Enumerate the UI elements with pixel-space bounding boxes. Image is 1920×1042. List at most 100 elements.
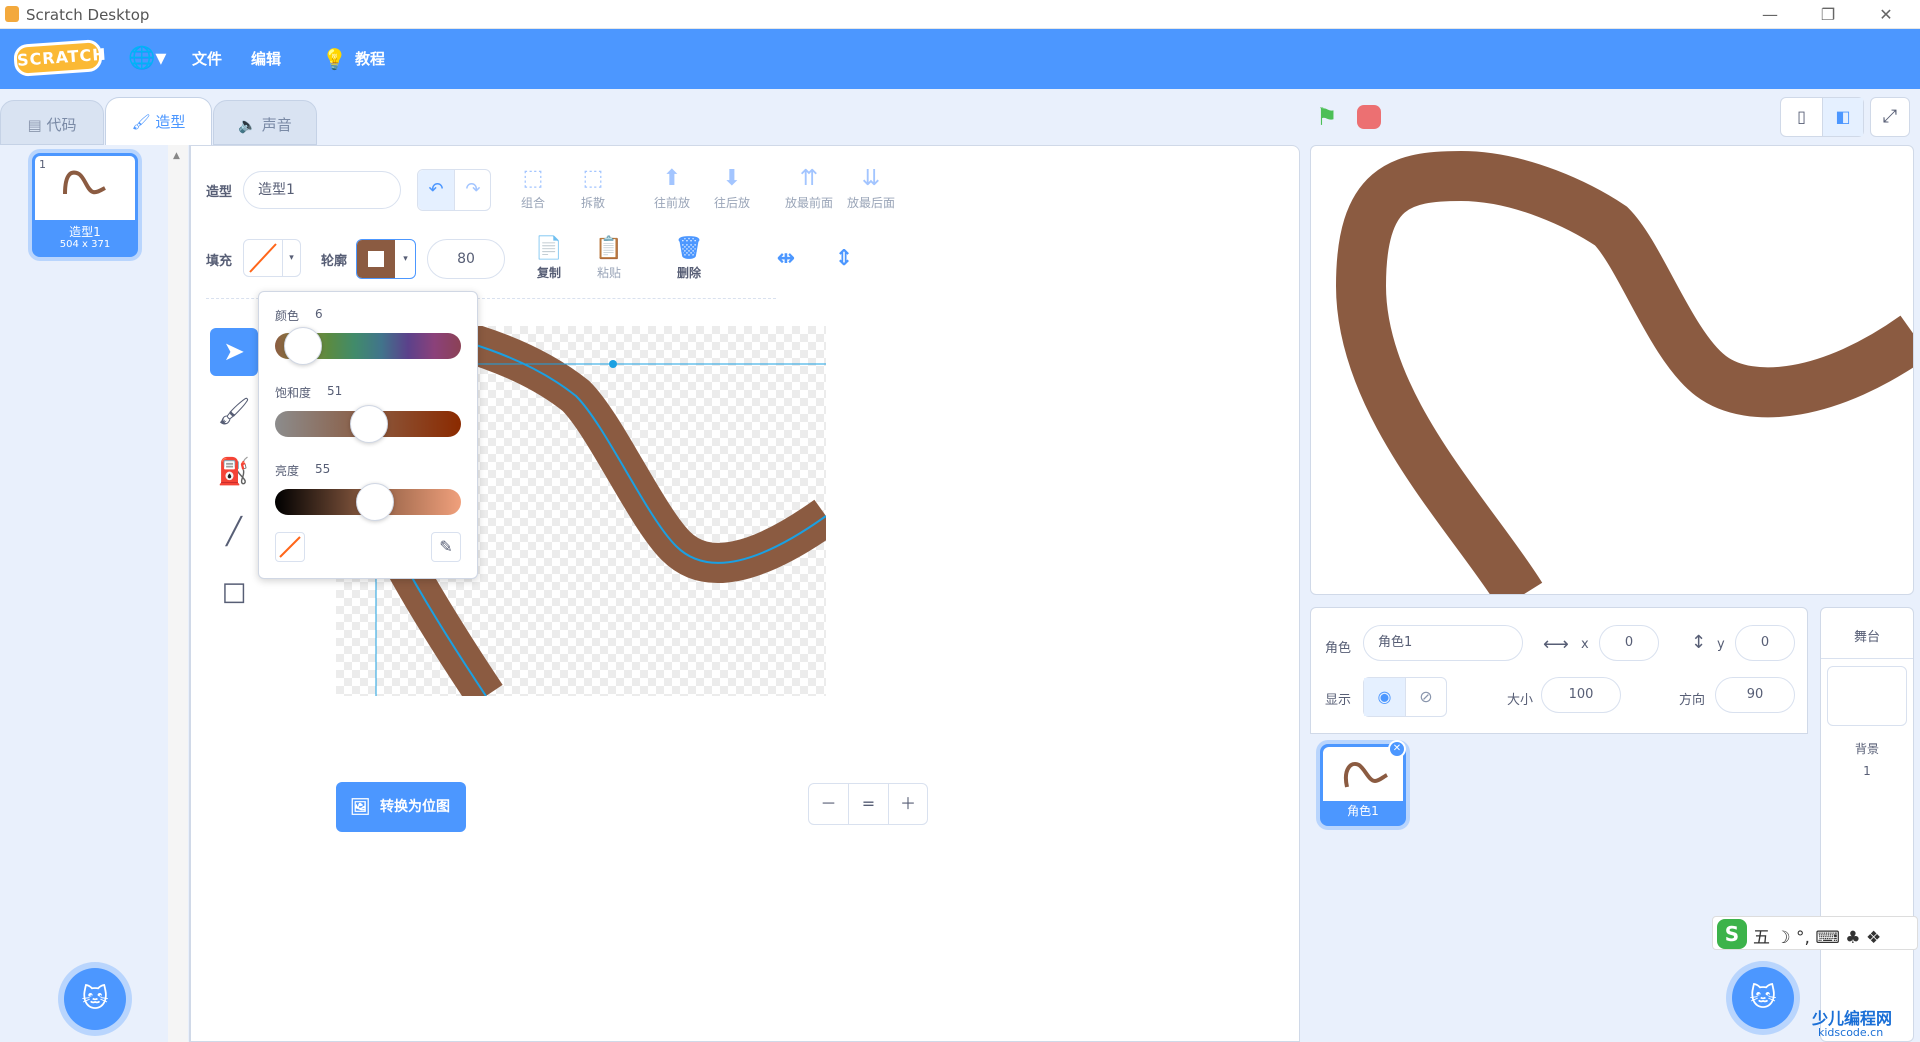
brightness-label: 亮度 xyxy=(275,464,300,478)
undo-icon[interactable]: ↶ xyxy=(418,170,455,210)
stage-size-toggle: ▯ ◧ xyxy=(1780,97,1864,137)
costume-list-scrollbar[interactable]: ▲ xyxy=(168,145,188,1042)
flip-horizontal-icon: ⇹ xyxy=(776,246,796,271)
color-value: 6 xyxy=(315,307,323,321)
lightbulb-icon[interactable]: 💡 xyxy=(322,29,347,89)
size-label: 大小 xyxy=(1507,693,1534,708)
scroll-up-icon[interactable]: ▲ xyxy=(173,151,180,161)
eye-icon[interactable]: ◉ xyxy=(1364,678,1406,716)
costume-label: 造型 xyxy=(206,185,233,200)
choose-costume-button[interactable]: 🐱 xyxy=(64,968,126,1030)
tab-code[interactable]: ▤ 代码 xyxy=(0,100,104,145)
trash-icon: 🗑 xyxy=(675,236,703,261)
brush-tool-icon[interactable]: 🖌 xyxy=(210,388,258,436)
flip-vertical-button[interactable]: ⇕ xyxy=(829,246,859,274)
forward-button[interactable]: ⬆ 往前放 xyxy=(647,166,697,211)
minimize-button[interactable]: — xyxy=(1756,4,1784,26)
back-button[interactable]: ⇊ 放最后面 xyxy=(841,166,901,211)
group-button[interactable]: ⬚ 组合 xyxy=(513,166,553,211)
green-flag-icon[interactable]: ⚑ xyxy=(1316,103,1338,131)
backward-button[interactable]: ⬇ 往后放 xyxy=(707,166,757,211)
x-input[interactable]: 0 xyxy=(1599,625,1659,661)
window-title: Scratch Desktop xyxy=(26,6,150,24)
back-icon: ⇊ xyxy=(861,166,881,191)
speaker-icon: 🔈 xyxy=(238,116,262,134)
rectangle-tool-icon[interactable]: □ xyxy=(210,568,258,616)
y-input[interactable]: 0 xyxy=(1735,625,1795,661)
x-arrows-icon: ⟷ xyxy=(1543,634,1569,655)
line-tool-icon[interactable]: ╱ xyxy=(210,508,258,556)
ungroup-button[interactable]: ⬚ 拆散 xyxy=(573,166,613,211)
copy-icon: 📄 xyxy=(535,236,563,261)
color-slider-knob[interactable] xyxy=(284,327,322,365)
scratch-logo[interactable]: SCRATCH xyxy=(12,38,107,78)
stage-canvas[interactable] xyxy=(1310,145,1914,595)
close-button[interactable]: ✕ xyxy=(1872,4,1900,26)
paste-button[interactable]: 📋 粘贴 xyxy=(589,236,629,281)
color-slider[interactable] xyxy=(275,327,461,365)
fill-dropdown-icon[interactable]: ▾ xyxy=(282,240,300,276)
color-label: 颜色 xyxy=(275,309,300,323)
eyedropper-icon[interactable]: ✎ xyxy=(431,532,461,562)
no-color-button[interactable] xyxy=(275,532,305,562)
small-stage-icon[interactable]: ▯ xyxy=(1781,98,1823,136)
convert-to-bitmap-button[interactable]: 🖼 转换为位图 xyxy=(336,782,466,832)
costume-item[interactable]: 1 造型1 504 x 371 xyxy=(32,153,138,257)
fullscreen-icon[interactable]: ⤢ xyxy=(1870,97,1910,137)
brightness-slider-knob[interactable] xyxy=(356,483,394,521)
backdrop-thumbnail xyxy=(1827,666,1907,726)
outline-swatch[interactable]: ▾ xyxy=(356,239,416,279)
undo-redo-group: ↶ ↷ xyxy=(417,169,491,211)
direction-input[interactable]: 90 xyxy=(1715,677,1795,713)
costume-thumbnail xyxy=(35,156,135,220)
ime-glyphs[interactable]: 五 ☽ °, ⌨ ♣ ❖ xyxy=(1753,923,1881,948)
zoom-in-icon[interactable]: ＋ xyxy=(889,784,927,824)
stage-divider xyxy=(1821,658,1913,659)
menu-tutorials[interactable]: 教程 xyxy=(355,29,385,89)
restore-button[interactable]: ❐ xyxy=(1814,4,1842,26)
saturation-slider[interactable] xyxy=(275,405,461,443)
flip-horizontal-button[interactable]: ⇹ xyxy=(771,246,801,274)
code-icon: ▤ xyxy=(27,116,47,134)
outline-width-input[interactable]: 80 xyxy=(427,239,505,279)
sprite-item[interactable]: 角色1 ✕ xyxy=(1320,740,1406,826)
redo-icon[interactable]: ↷ xyxy=(455,170,491,210)
fill-swatch[interactable]: ▾ xyxy=(243,239,301,277)
sprite-name-input[interactable]: 角色1 xyxy=(1363,625,1523,661)
fill-tool-icon[interactable]: ⛽ xyxy=(210,448,258,496)
menu-edit[interactable]: 编辑 xyxy=(251,29,281,89)
stage-selector-panel[interactable]: 舞台 背景 1 xyxy=(1820,607,1914,1042)
app-icon xyxy=(5,6,19,22)
image-icon: 🖼 xyxy=(350,797,371,816)
ime-logo-icon[interactable]: S xyxy=(1717,919,1747,949)
fill-label: 填充 xyxy=(206,254,233,269)
costume-name-input[interactable]: 造型1 xyxy=(243,171,401,209)
paint-editor: 造型 造型1 ↶ ↷ ⬚ 组合 ⬚ 拆散 ⬆ 往前放 ⬇ 往后放 ⇈ 放最前面 ⇊ 放最后面… xyxy=(190,145,1300,1042)
zoom-out-icon[interactable]: － xyxy=(809,784,849,824)
forward-icon: ⬆ xyxy=(662,166,682,191)
sprite-list: 角色1 ✕ 🐱 xyxy=(1310,733,1808,1042)
saturation-slider-knob[interactable] xyxy=(350,405,388,443)
delete-button[interactable]: 🗑 删除 xyxy=(669,236,709,281)
delete-sprite-icon[interactable]: ✕ xyxy=(1388,740,1406,758)
x-label: x xyxy=(1581,637,1589,652)
tab-sounds[interactable]: 🔈 声音 xyxy=(213,100,317,145)
y-arrows-icon: ↕ xyxy=(1691,632,1707,653)
zoom-reset-icon[interactable]: = xyxy=(849,784,889,824)
size-input[interactable]: 100 xyxy=(1541,677,1621,713)
menu-file[interactable]: 文件 xyxy=(192,29,222,89)
front-icon: ⇈ xyxy=(799,166,819,191)
select-tool-icon[interactable]: ➤ xyxy=(210,328,258,376)
copy-button[interactable]: 📄 复制 xyxy=(529,236,569,281)
stop-icon[interactable] xyxy=(1357,105,1381,129)
brightness-slider[interactable] xyxy=(275,483,461,521)
language-globe-icon[interactable]: 🌐▾ xyxy=(128,29,166,89)
large-stage-icon[interactable]: ◧ xyxy=(1823,98,1863,136)
eye-hidden-icon[interactable]: ⊘ xyxy=(1406,678,1446,716)
tab-costumes[interactable]: 🖌 造型 xyxy=(105,97,212,145)
choose-sprite-button[interactable]: 🐱 xyxy=(1732,967,1794,1029)
front-button[interactable]: ⇈ 放最前面 xyxy=(779,166,839,211)
cat-icon: 🐱 xyxy=(1749,983,1777,1013)
outline-dropdown-icon[interactable]: ▾ xyxy=(396,240,415,278)
costume-list-pane: 1 造型1 504 x 371 ▲ 🐱 xyxy=(0,145,190,1042)
